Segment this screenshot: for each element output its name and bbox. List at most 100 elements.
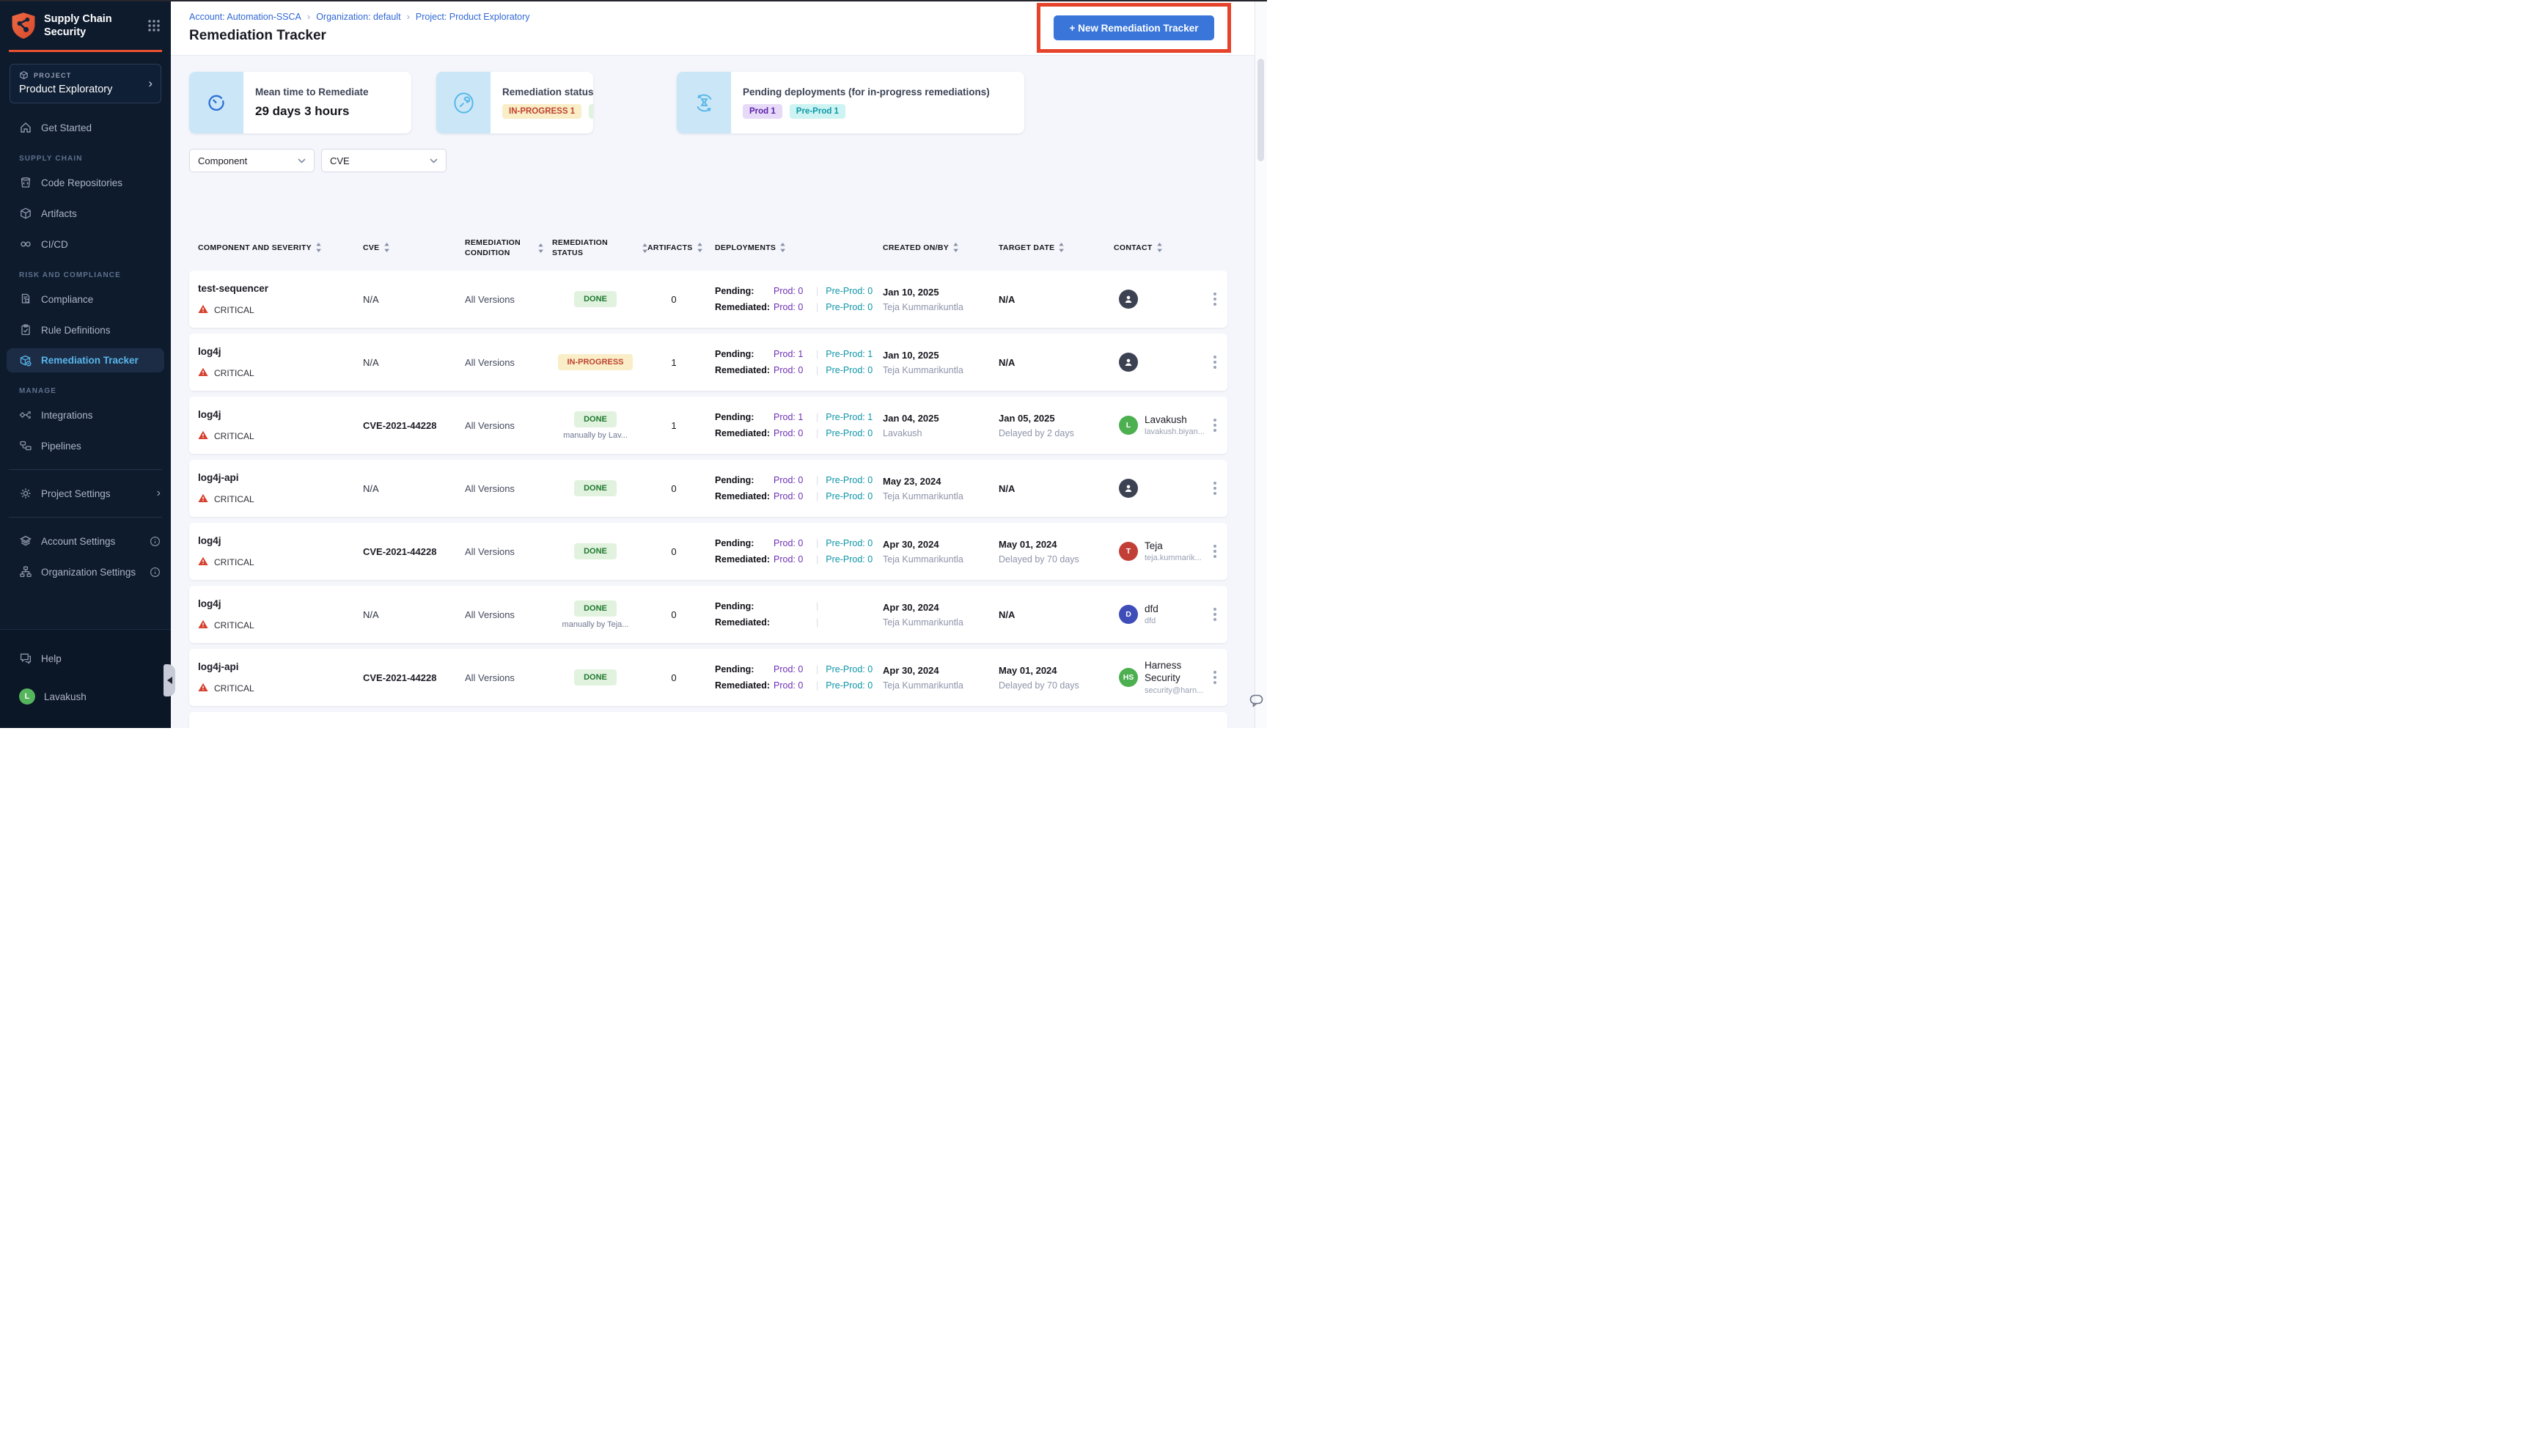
target-date-cell: May 01, 2024 Delayed by 70 days bbox=[999, 665, 1114, 691]
severity-label: CRITICAL bbox=[214, 619, 254, 630]
column-header-label: Deployments bbox=[715, 243, 776, 252]
project-name: Product Exploratory bbox=[19, 84, 113, 95]
prod-count: Prod: 0 bbox=[774, 727, 809, 728]
separator: | bbox=[816, 428, 819, 438]
created-date: Apr 30, 2024 bbox=[883, 538, 939, 550]
user-menu[interactable]: L Lavakush bbox=[0, 684, 171, 709]
preprod-count: Pre-Prod: 0 bbox=[826, 428, 873, 438]
deployments-cell: Pending: Prod: 0 | Pre-Prod: 0 Remediated: Pr… bbox=[700, 286, 883, 312]
row-actions-kebab[interactable] bbox=[1202, 356, 1227, 369]
component-cell: log4j CRITICAL bbox=[189, 409, 354, 442]
project-label: PROJECT bbox=[34, 71, 72, 79]
column-header-label: CVE bbox=[363, 243, 380, 252]
deployment-line: Pending: Prod: 0 | Pre-Prod: 0 bbox=[715, 538, 883, 548]
column-header-remediation-status[interactable]: Remediation Status bbox=[543, 238, 647, 258]
row-actions-kebab[interactable] bbox=[1202, 608, 1227, 621]
remediation-condition-cell: All Versions bbox=[465, 545, 515, 557]
row-actions-kebab[interactable] bbox=[1202, 545, 1227, 558]
row-actions-kebab[interactable] bbox=[1202, 671, 1227, 684]
column-header-contact[interactable]: Contact bbox=[1114, 243, 1202, 253]
status-note: manually by Lav... bbox=[563, 430, 628, 440]
column-header-label: Artifacts bbox=[647, 243, 693, 252]
sidebar-item-account-settings[interactable]: Account Settings bbox=[0, 529, 171, 554]
card-title: Remediation status summary bbox=[502, 87, 593, 98]
status-badge: DONE bbox=[574, 600, 617, 617]
created-by: Teja Kummarikuntla bbox=[883, 364, 963, 375]
column-header-cve[interactable]: CVE bbox=[354, 243, 456, 253]
info-icon[interactable] bbox=[150, 567, 161, 578]
severity: CRITICAL bbox=[198, 304, 354, 316]
project-selector[interactable]: PROJECT Product Exploratory › bbox=[10, 64, 161, 103]
sidebar-item-artifacts[interactable]: Artifacts bbox=[0, 201, 171, 226]
column-header-component-and-severity[interactable]: Component and Severity bbox=[189, 243, 354, 253]
sidebar-item-get-started[interactable]: Get Started bbox=[0, 115, 171, 140]
sidebar-item-remediation-tracker[interactable]: Remediation Tracker bbox=[7, 348, 164, 372]
breadcrumb-link-account[interactable]: Account: Automation-SSCA bbox=[189, 12, 301, 22]
card-mean-time-to-remediate: Mean time to Remediate 29 days 3 hours bbox=[189, 72, 411, 133]
sidebar-item-rule-definitions[interactable]: Rule Definitions bbox=[0, 317, 171, 342]
module-grid-icon[interactable] bbox=[147, 19, 161, 32]
new-remediation-tracker-button[interactable]: + New Remediation Tracker bbox=[1053, 15, 1215, 40]
sidebar-item-pipelines[interactable]: Pipelines bbox=[0, 433, 171, 458]
artifacts-cell: 1 bbox=[671, 356, 677, 368]
separator: | bbox=[816, 617, 819, 628]
info-icon[interactable] bbox=[150, 536, 161, 547]
breadcrumb-link-project[interactable]: Project: Product Exploratory bbox=[416, 12, 530, 22]
column-header-target-date[interactable]: Target Date bbox=[999, 243, 1114, 253]
preprod-count: Pre-Prod: 0 bbox=[826, 365, 873, 375]
deployments-cell: Pending: Prod: 0 | Pre-Prod: 0 Remediated: Pr… bbox=[700, 664, 883, 691]
column-header-artifacts[interactable]: Artifacts bbox=[647, 243, 702, 253]
column-header-created-on-by[interactable]: Created On/By bbox=[883, 243, 999, 253]
status-badge: IN-PROGRESS bbox=[558, 354, 633, 370]
filter-cve-dropdown[interactable]: CVE bbox=[321, 149, 447, 172]
column-header-deployments[interactable]: Deployments bbox=[700, 243, 883, 253]
scrollbar[interactable] bbox=[1255, 1, 1267, 728]
sidebar-item-compliance[interactable]: Compliance bbox=[0, 287, 171, 312]
separator: | bbox=[816, 365, 819, 375]
column-header-label: Target Date bbox=[999, 243, 1055, 252]
deployment-line: Pending: | bbox=[715, 601, 883, 611]
sidebar-item-integrations[interactable]: Integrations bbox=[0, 402, 171, 427]
critical-warning-icon bbox=[198, 493, 208, 505]
target-date-cell: May 01, 2024 Delayed by 70 days bbox=[999, 539, 1114, 565]
sidebar-item-label: Code Repositories bbox=[41, 177, 123, 188]
row-actions-kebab[interactable] bbox=[1202, 419, 1227, 432]
separator: | bbox=[816, 286, 819, 296]
scrollbar-thumb[interactable] bbox=[1257, 59, 1264, 161]
contact-info: Teja teja.kummarik... bbox=[1145, 540, 1202, 563]
artifacts-cell: 0 bbox=[671, 608, 677, 620]
sidebar-item-ci-cd[interactable]: CI/CD bbox=[0, 232, 171, 257]
deployment-line: Remediated: | bbox=[715, 617, 883, 628]
deployment-line: Pending: Prod: 0 | Pre-Prod: 0 bbox=[715, 475, 883, 485]
cve-cell: N/A bbox=[363, 608, 379, 620]
deployment-label: Pending: bbox=[715, 412, 754, 422]
help-button[interactable]: Help bbox=[0, 646, 171, 671]
artifacts-cell: 0 bbox=[671, 293, 677, 305]
sidebar-item-project-settings[interactable]: Project Settings › bbox=[0, 481, 171, 506]
remediation-condition-cell: All Versions bbox=[465, 672, 515, 683]
row-actions-kebab[interactable] bbox=[1202, 482, 1227, 495]
table-row: test-sequencer CRITICAL N/A All Versions DON… bbox=[189, 271, 1227, 328]
target-delay-note: Delayed by 70 days bbox=[999, 554, 1079, 565]
component-cell: log4j-api CRITICAL bbox=[189, 661, 354, 694]
component-name: log4j bbox=[198, 408, 221, 420]
sidebar-collapse-handle[interactable] bbox=[164, 664, 175, 696]
row-actions-kebab[interactable] bbox=[1202, 293, 1227, 306]
column-header-remediation-condition[interactable]: Remediation Condition bbox=[456, 238, 543, 258]
deployment-line: Pending: Prod: 1 | Pre-Prod: 1 bbox=[715, 349, 883, 359]
separator: | bbox=[816, 727, 818, 728]
contact-detail: security@harn... bbox=[1145, 685, 1204, 695]
filter-component-dropdown[interactable]: Component bbox=[189, 149, 315, 172]
breadcrumb-link-organization[interactable]: Organization: default bbox=[316, 12, 400, 22]
sidebar-item-organization-settings[interactable]: Organization Settings bbox=[0, 559, 171, 584]
sort-icon bbox=[316, 243, 321, 253]
sidebar-item-code-repositories[interactable]: Code Repositories bbox=[0, 170, 171, 195]
person-avatar-icon bbox=[1119, 353, 1138, 372]
person-avatar-icon bbox=[1119, 479, 1138, 498]
integrations-icon bbox=[19, 408, 32, 422]
created-on-by-cell: Apr 30, 2024 Teja Kummarikuntla bbox=[883, 602, 999, 628]
contact-detail: lavakush.biyan... bbox=[1145, 427, 1205, 437]
column-header-label: Created On/By bbox=[883, 243, 950, 252]
feedback-chat-icon[interactable] bbox=[1248, 692, 1266, 710]
target-date: N/A bbox=[999, 356, 1016, 368]
